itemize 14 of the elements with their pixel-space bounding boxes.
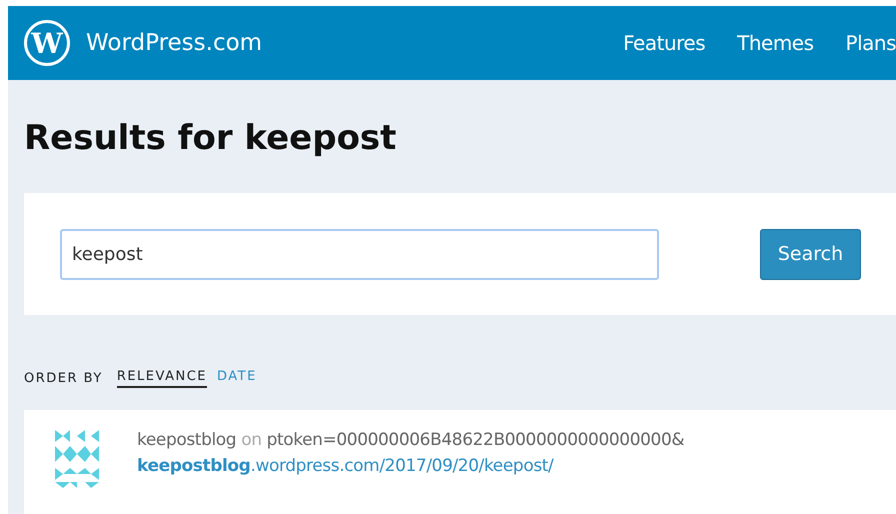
search-field[interactable]: keepost: [60, 228, 659, 280]
nav-link[interactable]: Plans: [846, 31, 896, 55]
logo-icon[interactable]: W: [24, 20, 70, 66]
result-title[interactable]: keepostblog on ptoken=000000006B48622B0000000000000000&: [137, 430, 684, 450]
page-heading: Results for keepost: [23, 117, 398, 154]
site-name[interactable]: WordPress.com: [86, 30, 262, 56]
nav-link[interactable]: Features: [623, 31, 706, 55]
order-by-label: ORDER BY: [24, 371, 103, 386]
sort-option[interactable]: DATE: [217, 369, 257, 388]
nav-link[interactable]: Themes: [737, 31, 814, 55]
result-link[interactable]: keepostblog.wordpress.com/2017/09/20/keepost/: [137, 456, 684, 476]
avatar-icon: [55, 430, 100, 490]
search-button[interactable]: Search: [760, 228, 861, 280]
sort-option[interactable]: RELEVANCE: [116, 369, 207, 388]
